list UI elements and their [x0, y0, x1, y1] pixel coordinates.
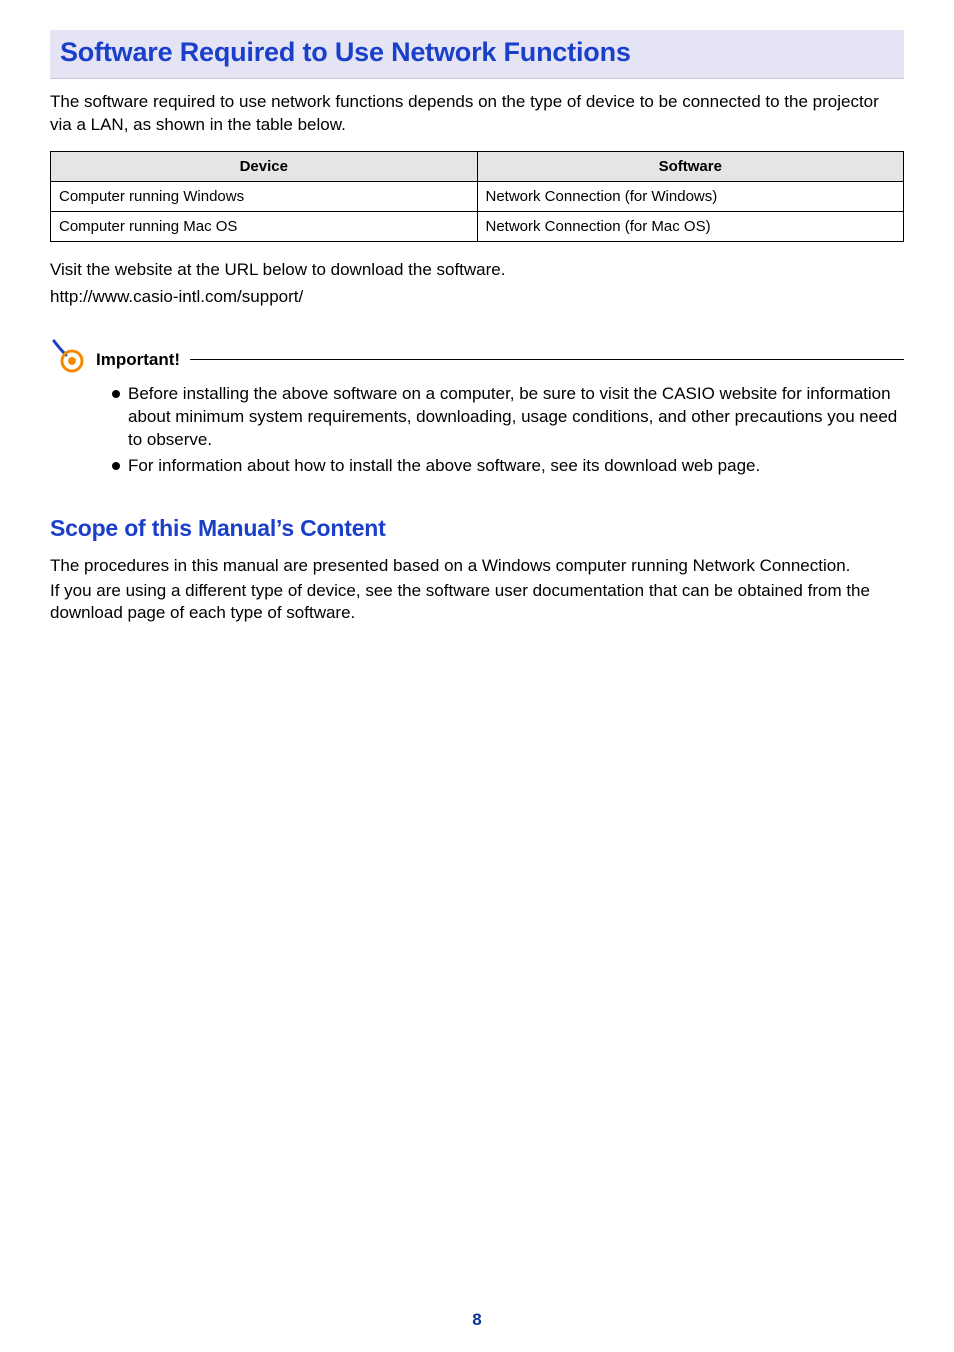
table-cell-software: Network Connection (for Mac OS) — [477, 211, 904, 241]
table-header-software: Software — [477, 151, 904, 181]
table-row: Computer running Windows Network Connect… — [51, 181, 904, 211]
visit-text: Visit the website at the URL below to do… — [50, 258, 904, 282]
table-header-device: Device — [51, 151, 478, 181]
important-block: Important! Before installing the above s… — [50, 339, 904, 482]
table-row: Computer running Mac OS Network Connecti… — [51, 211, 904, 241]
heading-1-bar: Software Required to Use Network Functio… — [50, 30, 904, 79]
table-cell-software: Network Connection (for Windows) — [477, 181, 904, 211]
intro-paragraph: The software required to use network fun… — [50, 91, 904, 137]
heading-1: Software Required to Use Network Functio… — [60, 34, 894, 72]
important-icon — [50, 339, 90, 380]
page-number: 8 — [50, 1308, 904, 1332]
software-table: Device Software Computer running Windows… — [50, 151, 904, 242]
table-cell-device: Computer running Windows — [51, 181, 478, 211]
download-url: http://www.casio-intl.com/support/ — [50, 285, 904, 309]
list-item: Before installing the above software on … — [112, 383, 904, 452]
heading-2: Scope of this Manual’s Content — [50, 512, 904, 544]
scope-paragraph-1: The procedures in this manual are presen… — [50, 555, 904, 578]
scope-paragraph-2: If you are using a different type of dev… — [50, 580, 904, 626]
important-label: Important! — [96, 348, 180, 372]
table-cell-device: Computer running Mac OS — [51, 211, 478, 241]
important-bullet-list: Before installing the above software on … — [50, 383, 904, 479]
important-header: Important! — [50, 339, 904, 380]
horizontal-rule — [190, 359, 904, 360]
list-item: For information about how to install the… — [112, 455, 904, 478]
